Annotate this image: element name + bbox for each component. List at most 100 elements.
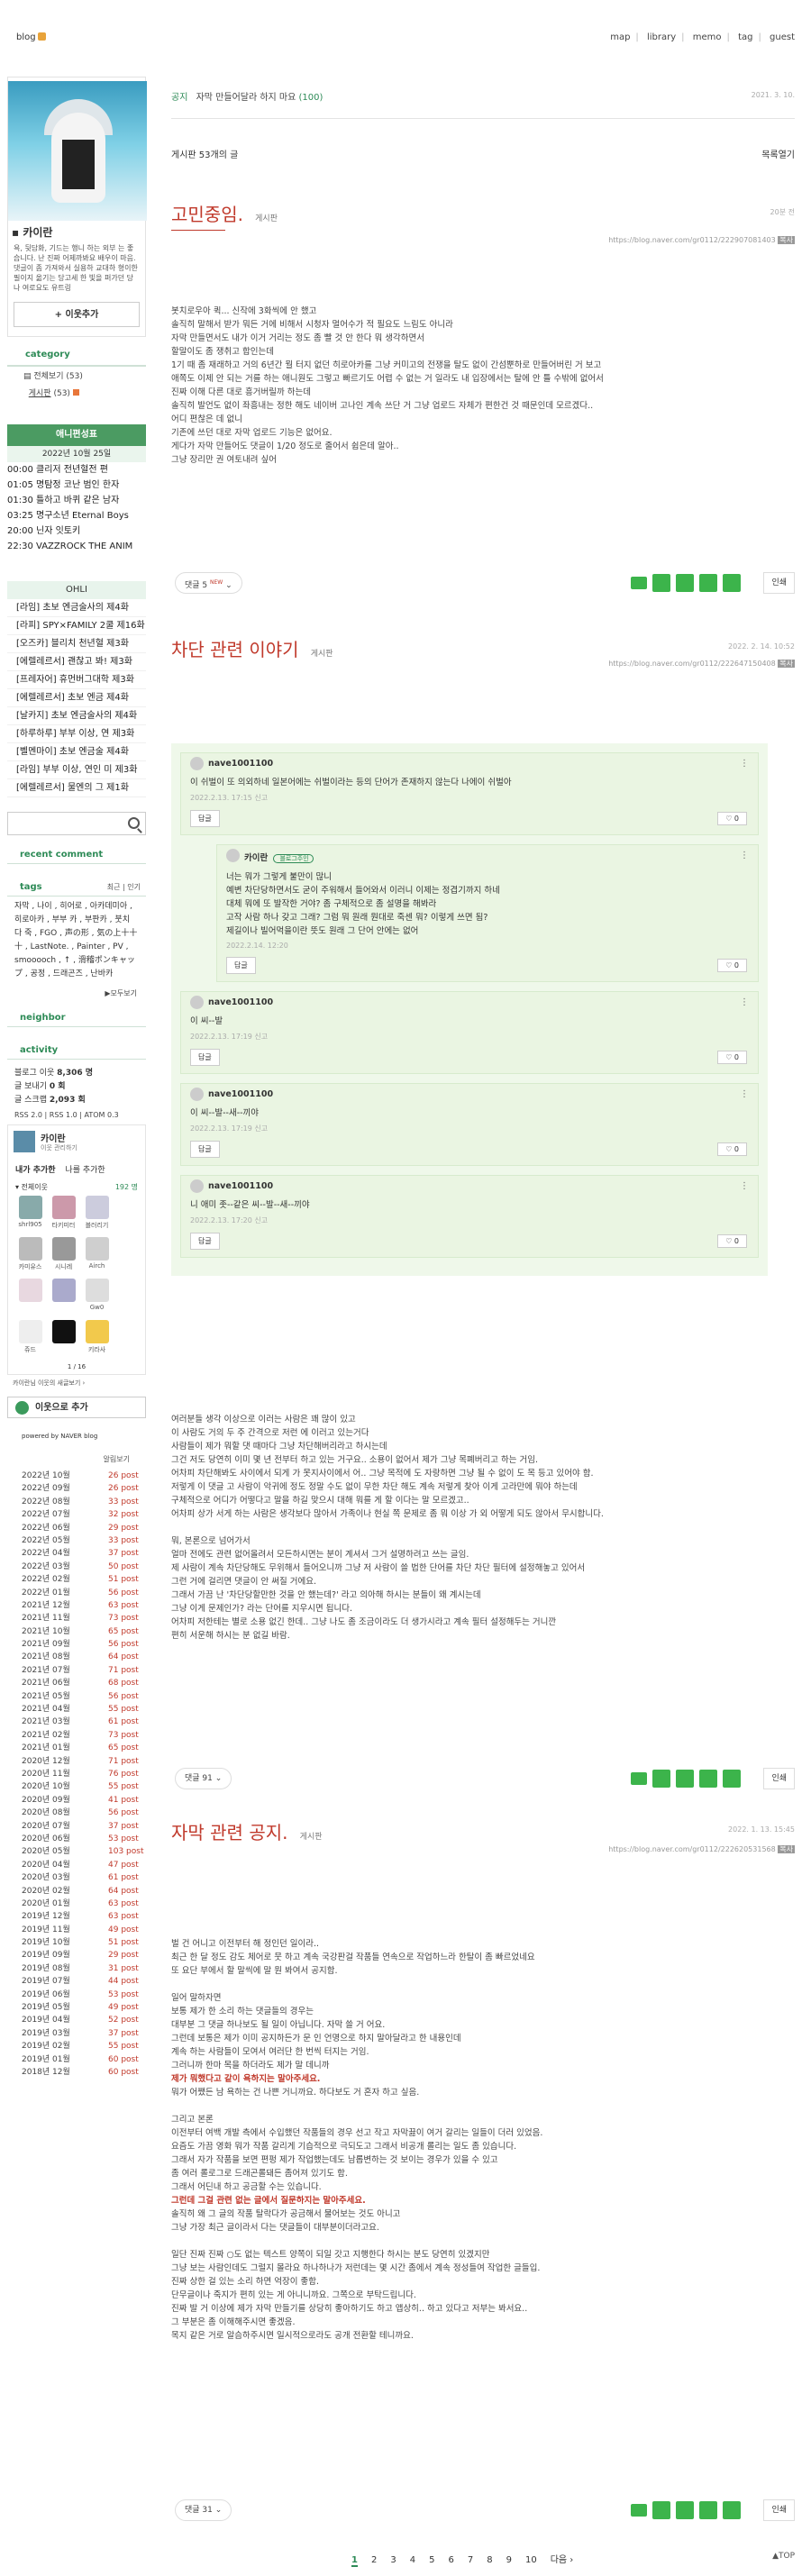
ohli-item[interactable]: [라임] 부부 이상, 연인 미 제3화: [7, 761, 146, 779]
archive-item[interactable]: 2019년 12월 63 post: [0, 1910, 153, 1923]
archive-item[interactable]: 2019년 05월 49 post: [0, 2001, 153, 2014]
post-1-print-button[interactable]: 인쇄: [763, 572, 795, 594]
blog-logo[interactable]: blog: [16, 32, 46, 42]
tags-sort-links[interactable]: 최근 | 인기: [107, 882, 141, 892]
share-naver-icon[interactable]: [631, 1772, 647, 1785]
archive-item[interactable]: 2021년 06월 68 post: [0, 1677, 153, 1689]
search-box[interactable]: [7, 812, 146, 835]
archive-item[interactable]: 2021년 03월 61 post: [0, 1716, 153, 1728]
archive-item[interactable]: 2019년 02월 55 post: [0, 2040, 153, 2053]
neighbor-cell[interactable]: shrl905: [14, 1194, 47, 1235]
neighbor-cell[interactable]: [47, 1318, 80, 1360]
archive-item[interactable]: 2022년 05월 33 post: [0, 1534, 153, 1547]
page-link[interactable]: 3: [390, 2555, 396, 2565]
archive-item[interactable]: 2022년 08월 33 post: [0, 1496, 153, 1508]
archive-item[interactable]: 2022년 07월 32 post: [0, 1508, 153, 1521]
share-band-icon[interactable]: [652, 1770, 670, 1788]
archive-item[interactable]: 2019년 04월 52 post: [0, 2014, 153, 2026]
reply-button[interactable]: 답글: [190, 1049, 220, 1066]
post-1-title[interactable]: 고민중임.: [171, 204, 243, 225]
list-toggle-button[interactable]: 목록열기: [761, 147, 795, 160]
anime-item[interactable]: 01:05 명탐정 코난 범인 한자: [7, 478, 146, 493]
page-link[interactable]: 2: [371, 2555, 377, 2565]
page-link[interactable]: 5: [429, 2555, 434, 2565]
archive-item[interactable]: 2020년 09월 41 post: [0, 1794, 153, 1807]
ohli-item[interactable]: [라피] SPY×FAMILY 2쿨 제16화: [7, 617, 146, 635]
share-kakao-icon[interactable]: [676, 574, 694, 592]
anime-item[interactable]: 00:00 클리저 전년혈전 편: [7, 462, 146, 478]
ohli-item[interactable]: [에렐레르서] 물엔의 그 제1화: [7, 779, 146, 797]
neighbor-cell[interactable]: [47, 1277, 80, 1318]
page-link[interactable]: 10: [525, 2555, 537, 2565]
neighbor-cell[interactable]: 타키미터: [47, 1194, 80, 1235]
archive-heading[interactable]: 알림보기: [0, 1449, 153, 1470]
share-cafe-icon[interactable]: [699, 1770, 717, 1788]
view-all-tags-link[interactable]: ▶모두보기: [0, 985, 153, 1002]
archive-item[interactable]: 2019년 06월 53 post: [0, 1989, 153, 2001]
comment-user[interactable]: nave1001100: [190, 1088, 749, 1101]
ohli-item[interactable]: [에렐레르서] 괜찮고 봐! 제3화: [7, 653, 146, 671]
neighbor-cell[interactable]: [14, 1277, 47, 1318]
archive-item[interactable]: 2022년 10월 26 post: [0, 1470, 153, 1482]
comment-user[interactable]: nave1001100: [190, 996, 749, 1009]
post-1-category[interactable]: 게시판: [255, 214, 278, 223]
archive-item[interactable]: 2021년 05월 56 post: [0, 1690, 153, 1703]
archive-item[interactable]: 2022년 02월 51 post: [0, 1573, 153, 1586]
neighbor-cell[interactable]: 쥬드: [14, 1318, 47, 1360]
archive-item[interactable]: 2020년 06월 53 post: [0, 1833, 153, 1845]
comment-user[interactable]: nave1001100: [190, 1179, 749, 1193]
reply-button[interactable]: 답글: [226, 957, 256, 974]
like-button[interactable]: ♡ 0: [717, 1051, 747, 1064]
reply-button[interactable]: 답글: [190, 810, 220, 827]
post-3-url[interactable]: https://blog.naver.com/gr0112/2226205315…: [608, 1844, 795, 1854]
recent-comment-heading[interactable]: recent comment: [7, 844, 146, 864]
anime-item[interactable]: 01:30 틀하고 바퀴 같은 남자: [7, 493, 146, 508]
comment-user[interactable]: 카이란 블로그주인: [226, 849, 749, 863]
share-naver-icon[interactable]: [631, 577, 647, 589]
archive-item[interactable]: 2021년 08월 64 post: [0, 1651, 153, 1663]
rss-links[interactable]: RSS 2.0 | RSS 1.0 | ATOM 0.3: [0, 1106, 153, 1124]
archive-item[interactable]: 2020년 03월 61 post: [0, 1871, 153, 1884]
add-neighbor-button[interactable]: + 이웃추가: [14, 302, 140, 327]
archive-item[interactable]: 2022년 03월 50 post: [0, 1561, 153, 1573]
category-all[interactable]: ▤ 전체보기 (53): [0, 367, 153, 384]
archive-item[interactable]: 2020년 10월 55 post: [0, 1780, 153, 1793]
nav-guest[interactable]: guest: [770, 32, 795, 42]
page-link[interactable]: 4: [410, 2555, 415, 2565]
archive-item[interactable]: 2020년 01월 63 post: [0, 1898, 153, 1910]
archive-item[interactable]: 2021년 10월 65 post: [0, 1625, 153, 1638]
neighbor-cell[interactable]: Airch: [80, 1235, 114, 1277]
neighbor-filter[interactable]: ▾ 전체이웃 192 명: [8, 1180, 145, 1194]
archive-item[interactable]: 2022년 06월 29 post: [0, 1522, 153, 1534]
post-2-comment-button[interactable]: 댓글 91 ⌄: [175, 1768, 232, 1789]
page-link[interactable]: 1: [351, 2555, 358, 2567]
share-cafe-icon[interactable]: [699, 2501, 717, 2519]
neighbor-cell[interactable]: 블러리기: [80, 1194, 114, 1235]
search-icon[interactable]: [128, 817, 140, 829]
neighbor-cell[interactable]: 카미유스: [14, 1235, 47, 1277]
ohli-item[interactable]: [라임] 초보 엔금술사의 제4화: [7, 599, 146, 617]
archive-item[interactable]: 2018년 12월 60 post: [0, 2066, 153, 2079]
ohli-item[interactable]: [하루하루] 부부 이상, 연 제3화: [7, 725, 146, 743]
share-more-icon[interactable]: [723, 1770, 741, 1788]
post-1-comment-button[interactable]: 댓글 5 NEW ⌄: [175, 572, 242, 594]
notice-row[interactable]: 공지 자막 만들어달라 하지 마요 (100) 2021. 3. 10.: [171, 89, 795, 109]
nav-tag[interactable]: tag: [738, 32, 752, 42]
ohli-item[interactable]: [에렐레르서] 초보 엔금 제4화: [7, 689, 146, 707]
share-more-icon[interactable]: [723, 2501, 741, 2519]
archive-item[interactable]: 2021년 01월 65 post: [0, 1742, 153, 1754]
post-2-print-button[interactable]: 인쇄: [763, 1768, 795, 1789]
post-2-category[interactable]: 게시판: [311, 650, 333, 659]
tab-added-me[interactable]: 나를 추가한: [65, 1166, 105, 1175]
archive-item[interactable]: 2020년 05월 103 post: [0, 1845, 153, 1858]
archive-item[interactable]: 2019년 10월 51 post: [0, 1936, 153, 1949]
neighbor-new-posts-link[interactable]: 카이란님 이웃의 새글보기 ›: [0, 1375, 153, 1391]
page-link[interactable]: 6: [448, 2555, 453, 2565]
neighbor-cell[interactable]: 키라사: [80, 1318, 114, 1360]
archive-item[interactable]: 2021년 02월 73 post: [0, 1729, 153, 1742]
tag-cloud[interactable]: 자막 , 나이 , 히어로 , 아카데미아 , 히로아카 , 부부 카 , 부판…: [0, 897, 153, 985]
add-neighbor-button-2[interactable]: 이웃으로 추가: [7, 1397, 146, 1418]
anime-item[interactable]: 03:25 명구소년 Eternal Boys: [7, 508, 146, 523]
archive-item[interactable]: 2019년 11월 49 post: [0, 1924, 153, 1936]
post-1-url[interactable]: https://blog.naver.com/gr0112/2229070814…: [608, 235, 795, 245]
